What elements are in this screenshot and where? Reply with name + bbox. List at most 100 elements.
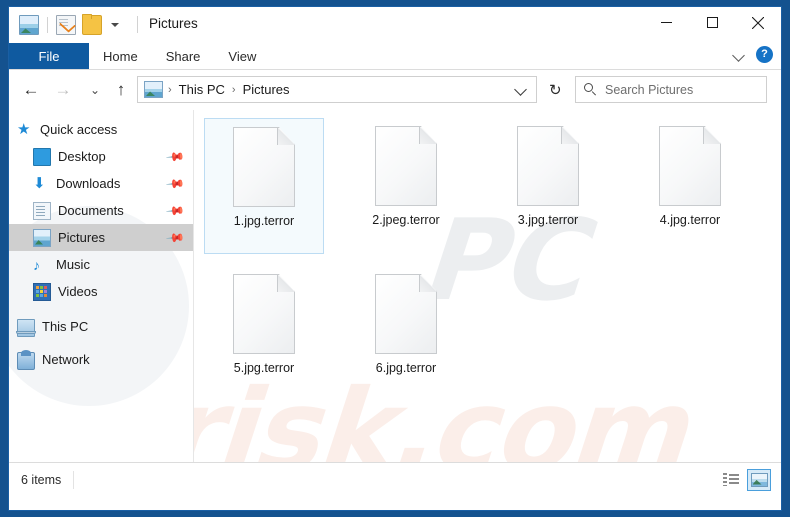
sidebar-item-label: Documents <box>58 203 124 218</box>
file-item[interactable]: 5.jpg.terror <box>204 266 324 402</box>
tab-file[interactable]: File <box>9 43 89 69</box>
sidebar-item-label: This PC <box>42 319 89 334</box>
file-item[interactable]: 6.jpg.terror <box>346 266 466 402</box>
file-icon <box>375 274 437 354</box>
search-input[interactable]: Search Pictures <box>605 83 693 97</box>
sidebar-item-videos[interactable]: Videos <box>9 278 193 305</box>
address-bar: ← → ⌄ ↑ › This PC › Pictures ↻ Search Pi… <box>9 70 781 110</box>
details-view-button[interactable] <box>719 469 743 491</box>
chevron-down-icon: ⌄ <box>89 83 101 97</box>
breadcrumb-item-this-pc[interactable]: This PC <box>177 82 227 97</box>
help-button[interactable]: ? <box>756 46 773 63</box>
file-name: 6.jpg.terror <box>375 361 437 375</box>
sidebar-item-label: Quick access <box>40 122 118 137</box>
up-arrow-icon: ↑ <box>116 80 126 99</box>
tab-view[interactable]: View <box>214 43 270 69</box>
explorer-body: ★ Quick access Desktop 📌 ⬇ Downloads 📌 D… <box>9 110 781 462</box>
breadcrumb[interactable]: › This PC › Pictures <box>137 76 537 103</box>
pin-icon[interactable]: 📌 <box>165 147 185 167</box>
forward-button[interactable]: → <box>53 80 73 100</box>
icon-grid: 1.jpg.terror 2.jpeg.terror 3.jpg.terror … <box>194 110 781 414</box>
file-item[interactable]: 4.jpg.terror <box>630 118 750 254</box>
recent-locations-button[interactable]: ⌄ <box>85 80 105 100</box>
window-controls <box>643 7 781 38</box>
new-folder-icon[interactable] <box>82 14 102 35</box>
breadcrumb-item-pictures[interactable]: Pictures <box>241 82 292 97</box>
quick-access-toolbar <box>19 14 122 35</box>
file-icon <box>517 126 579 206</box>
item-count-label: 6 items <box>21 472 62 487</box>
sidebar-item-label: Desktop <box>58 149 106 164</box>
window-title: Pictures <box>149 16 198 31</box>
sidebar-item-documents[interactable]: Documents 📌 <box>9 197 193 224</box>
desktop-background: Pictures File Home Share View ? ← → ⌄ ↑ … <box>0 0 790 517</box>
navigation-pane: ★ Quick access Desktop 📌 ⬇ Downloads 📌 D… <box>9 110 194 462</box>
file-name: 4.jpg.terror <box>659 213 721 227</box>
sidebar-item-music[interactable]: ♪ Music <box>9 251 193 278</box>
file-item[interactable]: 3.jpg.terror <box>488 118 608 254</box>
file-list-pane[interactable]: PC risk.com 1.jpg.terror 2.jpeg.terror 3… <box>194 110 781 462</box>
tab-share[interactable]: Share <box>152 43 215 69</box>
details-view-icon <box>723 473 739 486</box>
large-icons-view-icon <box>750 472 768 487</box>
documents-icon <box>33 201 51 220</box>
file-name: 5.jpg.terror <box>233 361 295 375</box>
file-item[interactable]: 2.jpeg.terror <box>346 118 466 254</box>
folded-corner <box>419 274 437 292</box>
sidebar-item-label: Music <box>56 257 90 272</box>
maximize-button[interactable] <box>689 7 735 38</box>
sidebar-item-pictures[interactable]: Pictures 📌 <box>9 224 193 251</box>
music-icon: ♪ <box>33 256 40 273</box>
file-name: 2.jpeg.terror <box>372 213 440 227</box>
toolbar-divider <box>47 17 48 33</box>
desktop-icon <box>33 147 51 166</box>
ribbon-tab-bar: File Home Share View ? <box>9 43 781 70</box>
sidebar-item-label: Network <box>42 352 90 367</box>
ribbon-right-controls: ? <box>732 46 773 63</box>
ribbon-tabs: File Home Share View <box>9 43 781 69</box>
back-button[interactable]: ← <box>21 80 41 100</box>
minimize-button[interactable] <box>643 7 689 38</box>
file-icon <box>659 126 721 206</box>
file-explorer-window: Pictures File Home Share View ? ← → ⌄ ↑ … <box>8 6 782 511</box>
pin-icon[interactable]: 📌 <box>165 201 185 221</box>
pin-icon[interactable]: 📌 <box>165 174 185 194</box>
this-pc-icon <box>16 318 36 337</box>
status-bar: 6 items <box>9 462 781 496</box>
large-icons-view-button[interactable] <box>747 468 771 491</box>
file-name: 1.jpg.terror <box>233 214 295 228</box>
breadcrumb-separator: › <box>231 83 236 96</box>
sidebar-item-label: Pictures <box>58 230 105 245</box>
file-item[interactable]: 1.jpg.terror <box>204 118 324 254</box>
star-icon: ★ <box>17 120 31 138</box>
videos-icon <box>33 282 51 301</box>
file-name: 3.jpg.terror <box>517 213 579 227</box>
sidebar-item-network[interactable]: Network <box>9 346 193 373</box>
up-button[interactable]: ↑ <box>111 80 131 100</box>
search-box[interactable]: Search Pictures <box>575 76 767 103</box>
sidebar-item-desktop[interactable]: Desktop 📌 <box>9 143 193 170</box>
file-icon <box>375 126 437 206</box>
close-button[interactable] <box>735 7 781 38</box>
download-icon: ⬇ <box>33 174 46 192</box>
chevron-down-icon[interactable] <box>732 48 746 62</box>
refresh-button[interactable]: ↻ <box>549 81 562 99</box>
tab-home[interactable]: Home <box>89 43 152 69</box>
breadcrumb-dropdown-icon[interactable] <box>515 83 528 96</box>
sidebar-item-quick-access[interactable]: ★ Quick access <box>9 116 193 143</box>
folded-corner <box>277 274 295 292</box>
title-bar: Pictures <box>9 7 781 43</box>
pictures-icon <box>33 228 51 247</box>
network-icon <box>17 350 35 370</box>
back-arrow-icon: ← <box>22 80 40 99</box>
status-divider <box>73 470 75 489</box>
file-icon <box>233 274 295 354</box>
sidebar-item-downloads[interactable]: ⬇ Downloads 📌 <box>9 170 193 197</box>
sidebar-item-this-pc[interactable]: This PC <box>9 313 193 340</box>
customize-caret-icon[interactable] <box>108 16 122 34</box>
pin-icon[interactable]: 📌 <box>165 228 185 248</box>
sidebar-item-label: Downloads <box>56 176 121 191</box>
search-icon <box>584 83 597 96</box>
properties-icon[interactable] <box>56 15 76 35</box>
pictures-properties-icon[interactable] <box>19 15 39 35</box>
